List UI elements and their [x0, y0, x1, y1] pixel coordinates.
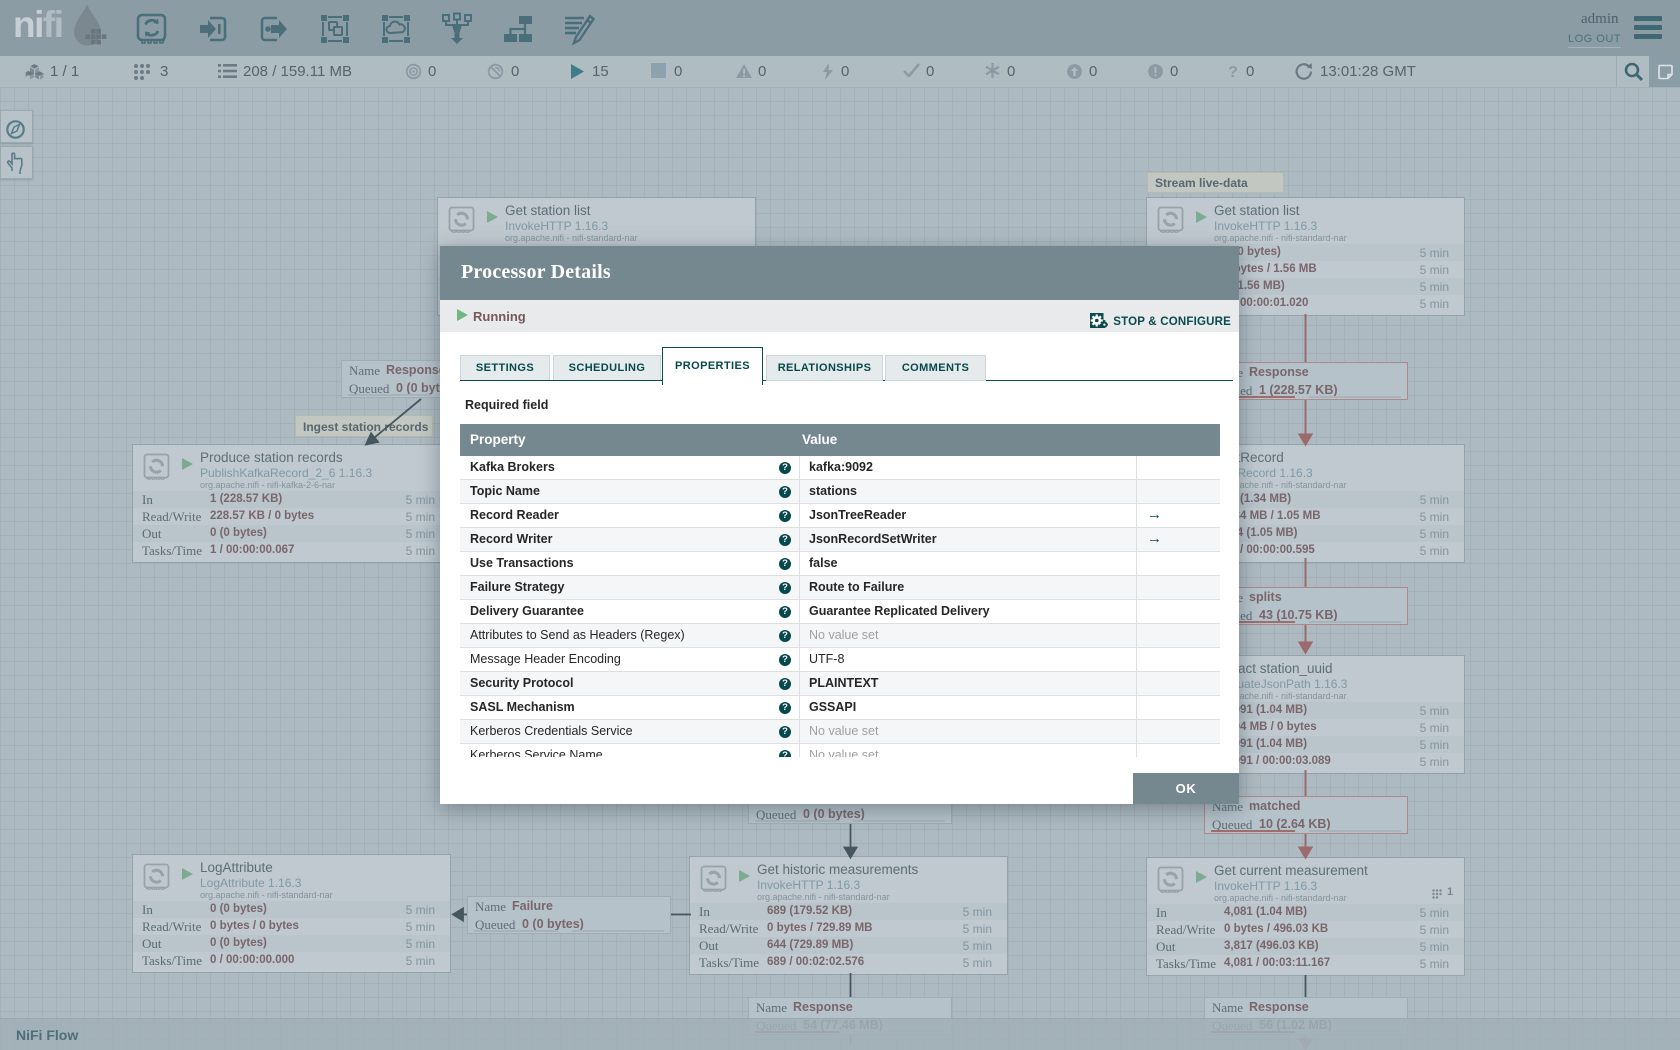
- svg-text:?: ?: [1228, 64, 1238, 80]
